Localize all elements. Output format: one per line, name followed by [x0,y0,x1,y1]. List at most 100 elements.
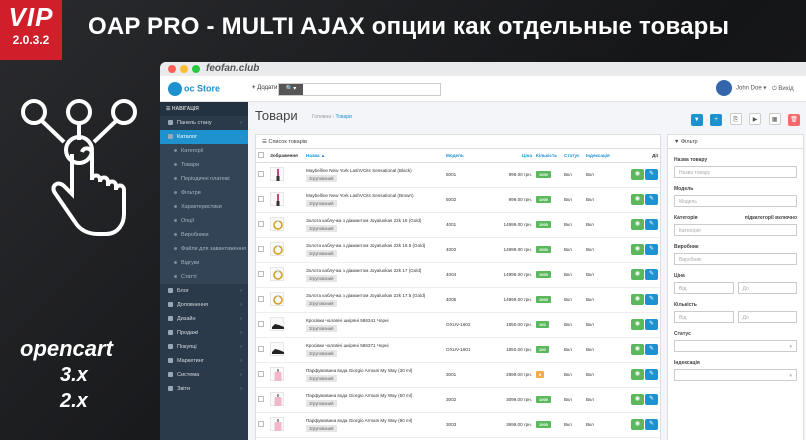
sidebar-item[interactable]: Продажі › [160,326,248,340]
row-checkbox[interactable] [258,321,264,327]
product-indexing: Вкл [584,262,620,288]
close-dot-icon[interactable] [168,65,176,73]
view-eye-icon[interactable]: ◉ [631,294,644,305]
qty-to-input[interactable]: До [737,311,797,323]
col-price[interactable]: Ціна [494,149,534,163]
price-from-input[interactable]: Від [674,282,734,294]
edit-pencil-icon[interactable]: ✎ [645,419,658,430]
qty-from-input[interactable]: Від [674,311,734,323]
sidebar-item[interactable]: Періодичні платежі [160,172,248,186]
search-input[interactable]: 🔍▾ [278,83,441,96]
col-qty[interactable]: Кількість [534,149,562,163]
row-checkbox[interactable] [258,421,264,427]
exit-label: Вихід [778,86,794,92]
price-to-input[interactable]: До [737,282,797,294]
col-model[interactable]: Модель [444,149,494,163]
filter-manufacturer-label: Виробник [674,244,699,250]
edit-pencil-icon[interactable]: ✎ [645,319,658,330]
view-eye-icon[interactable]: ◉ [631,369,644,380]
edit-pencil-icon[interactable]: ✎ [645,344,658,355]
view-eye-icon[interactable]: ◉ [631,419,644,430]
view-eye-icon[interactable]: ◉ [631,394,644,405]
user-menu[interactable]: John Doe ▾ [716,80,766,96]
bullet-icon [174,275,177,279]
add-product-button[interactable]: + [710,114,723,126]
image-cell [268,287,304,313]
filter-model-input[interactable]: Модель [674,195,797,207]
exit-link[interactable]: ⏻ Вихід [772,86,794,93]
view-eye-icon[interactable]: ◉ [631,319,644,330]
maximize-dot-icon[interactable] [192,65,200,73]
edit-pencil-icon[interactable]: ✎ [645,169,658,180]
sidebar-item[interactable]: Категорії [160,144,248,158]
filter-category-input[interactable]: Категорія [674,224,797,236]
grid-button[interactable]: ▦ [768,113,781,125]
sidebar-item[interactable]: Статті [160,270,248,284]
view-eye-icon[interactable]: ◉ [631,269,644,280]
view-eye-icon[interactable]: ◉ [631,244,644,255]
view-eye-icon[interactable]: ◉ [631,194,644,205]
row-checkbox[interactable] [258,196,264,202]
sidebar-item[interactable]: Блог › [160,284,248,298]
edit-pencil-icon[interactable]: ✎ [645,269,658,280]
breadcrumb-home[interactable]: Головна [312,114,331,120]
filter-manufacturer-input[interactable]: Виробник [674,253,797,265]
edit-pencil-icon[interactable]: ✎ [645,219,658,230]
row-select-cell [256,287,268,313]
filter-status-select[interactable]: ▾ [674,340,797,352]
sidebar-item[interactable]: Файли для завантаження [160,242,248,256]
sidebar-item-label: Блог [177,288,189,294]
sidebar-item[interactable]: Система › [160,368,248,382]
sidebar-item[interactable]: Виробники [160,228,248,242]
filter-indexing-select[interactable]: ▾ [674,369,797,381]
row-checkbox[interactable] [258,271,264,277]
sidebar-item[interactable]: Панель стану › [160,116,248,130]
sidebar-item[interactable]: Відгуки [160,256,248,270]
sidebar-item[interactable]: Звіти › [160,382,248,396]
sidebar-item[interactable]: Маркетинг › [160,354,248,368]
select-all-checkbox[interactable] [258,151,264,158]
row-checkbox[interactable] [258,396,264,402]
sidebar-item[interactable]: Дизайн › [160,312,248,326]
view-eye-icon[interactable]: ◉ [631,219,644,230]
row-checkbox[interactable] [258,371,264,377]
edit-pencil-icon[interactable]: ✎ [645,244,658,255]
sidebar-item[interactable]: Каталог › [160,130,248,144]
row-checkbox[interactable] [258,296,264,302]
sidebar-item[interactable]: Опції [160,214,248,228]
play-button[interactable]: ▶ [749,113,762,125]
view-eye-icon[interactable]: ◉ [631,169,644,180]
search-icon[interactable]: 🔍▾ [279,84,303,95]
col-indexing[interactable]: Індексація [584,149,620,163]
product-status: Вкл [562,387,584,413]
col-status[interactable]: Статус [562,149,584,163]
sidebar-item-label: Опції [181,218,195,224]
edit-pencil-icon[interactable]: ✎ [645,294,658,305]
add-button[interactable]: + Додати [252,85,277,91]
sidebar-item[interactable]: Фільтри [160,186,248,200]
filter-button[interactable]: ▼ [690,114,703,126]
breadcrumb-current[interactable]: Товари [335,114,351,120]
chevron-right-icon: › [240,302,242,308]
row-checkbox[interactable] [258,221,264,227]
filter-name-input[interactable]: Назва товару [674,166,797,178]
logo-text: oc Store [184,83,221,94]
sidebar-item[interactable]: Характеристики [160,200,248,214]
row-checkbox[interactable] [258,246,264,252]
edit-pencil-icon[interactable]: ✎ [645,394,658,405]
delete-button[interactable]: 🗑 [788,114,800,126]
row-checkbox[interactable] [258,171,264,177]
row-checkbox[interactable] [258,346,264,352]
sidebar-item[interactable]: Товари [160,158,248,172]
view-eye-icon[interactable]: ◉ [631,344,644,355]
edit-pencil-icon[interactable]: ✎ [645,369,658,380]
sidebar-item[interactable]: Покупці › [160,340,248,354]
minimize-dot-icon[interactable] [180,65,188,73]
edit-pencil-icon[interactable]: ✎ [645,194,658,205]
col-name[interactable]: Назва ▲ [304,149,444,163]
filter-subcat-label[interactable]: підкатегорії включно [745,215,797,221]
multi-touch-hand-icon [21,99,137,236]
store-logo[interactable]: oc Store [168,82,220,96]
sidebar-item[interactable]: Доповнення › [160,298,248,312]
copy-button[interactable]: ⎘ [729,113,742,125]
